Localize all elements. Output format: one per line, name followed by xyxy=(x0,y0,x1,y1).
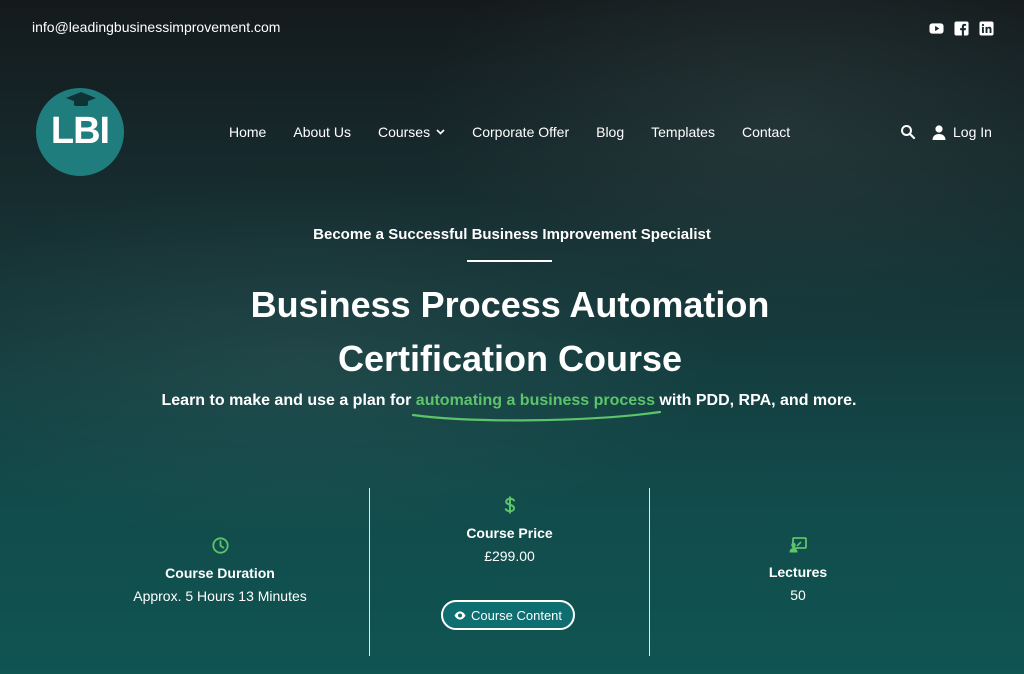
subtitle-after: with PDD, RPA, and more. xyxy=(654,392,857,409)
course-content-button[interactable]: Course Content xyxy=(441,600,575,630)
hero-eyebrow: Become a Successful Business Improvement… xyxy=(313,226,711,243)
stat-lectures: Lectures 50 xyxy=(669,537,927,603)
price-value: £299.00 xyxy=(484,548,535,564)
duration-label: Course Duration xyxy=(165,565,275,581)
subtitle-highlight: automating a business process xyxy=(411,392,661,422)
page-title: Business Process Automation Certificatio… xyxy=(0,278,1020,386)
lectures-value: 50 xyxy=(790,587,806,603)
contact-email[interactable]: info@leadingbusinessimprovement.com xyxy=(32,19,280,35)
header-tools: Log In xyxy=(900,124,992,140)
nav-item-corporate-offer[interactable]: Corporate Offer xyxy=(472,124,569,140)
lbi-logo[interactable]: LBI xyxy=(36,88,124,176)
nav-item-templates[interactable]: Templates xyxy=(651,124,715,140)
main-nav: Home About Us Courses Corporate Offer Bl… xyxy=(229,124,790,140)
nav-item-blog[interactable]: Blog xyxy=(596,124,624,140)
nav-item-home[interactable]: Home xyxy=(229,124,266,140)
login-link[interactable]: Log In xyxy=(932,124,992,140)
nav-item-courses[interactable]: Courses xyxy=(378,124,445,140)
search-icon[interactable] xyxy=(900,124,916,140)
stats-divider-2 xyxy=(649,488,650,656)
title-line-1: Business Process Automation xyxy=(250,284,770,325)
nav-item-about-us[interactable]: About Us xyxy=(293,124,351,140)
eye-icon xyxy=(454,611,466,619)
stat-duration: Course Duration Approx. 5 Hours 13 Minut… xyxy=(90,537,350,604)
nav-item-courses-label: Courses xyxy=(377,124,431,140)
lectures-label: Lectures xyxy=(768,564,828,580)
graduation-cap-icon xyxy=(66,92,96,106)
hero-subtitle: Learn to make and use a plan for automat… xyxy=(0,392,1018,422)
chevron-down-icon xyxy=(436,129,445,135)
title-line-2: Certification Course xyxy=(337,338,683,379)
subtitle-before: Learn to make and use a plan for xyxy=(161,392,416,409)
social-links xyxy=(929,21,994,36)
lecture-icon xyxy=(789,537,807,553)
logo-text: LBI xyxy=(50,110,110,152)
linkedin-icon[interactable] xyxy=(979,21,994,36)
top-bar: info@leadingbusinessimprovement.com xyxy=(0,0,1024,52)
youtube-icon[interactable] xyxy=(929,21,944,36)
user-icon xyxy=(932,124,946,140)
price-label: Course Price xyxy=(466,525,553,541)
course-stats: Course Duration Approx. 5 Hours 13 Minut… xyxy=(90,488,940,656)
facebook-icon[interactable] xyxy=(954,21,969,36)
highlight-underline xyxy=(411,410,661,422)
hero-divider xyxy=(467,260,552,262)
subtitle-highlight-text: automating a business process xyxy=(415,392,655,409)
nav-item-contact[interactable]: Contact xyxy=(742,124,790,140)
duration-value: Approx. 5 Hours 13 Minutes xyxy=(133,588,307,604)
course-content-label: Course Content xyxy=(470,607,563,623)
clock-icon xyxy=(211,537,229,554)
stat-price: Course Price £299.00 xyxy=(370,496,649,564)
dollar-icon xyxy=(504,496,515,514)
login-label: Log In xyxy=(953,124,992,140)
